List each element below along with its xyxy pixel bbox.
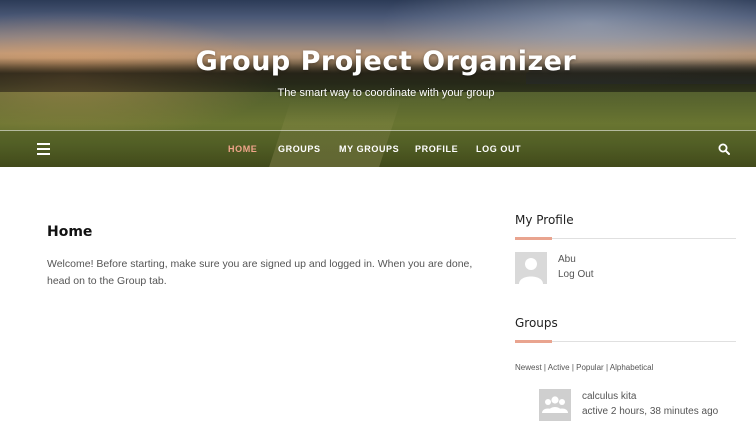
hero-banner: Group Project Organizer The smart way to… (0, 0, 756, 167)
site-title[interactable]: Group Project Organizer (0, 46, 756, 77)
group-avatar-icon[interactable] (539, 389, 571, 421)
main-navigation: HOME GROUPS MY GROUPS PROFILE LOG OUT (0, 130, 756, 167)
nav-item-home[interactable]: HOME (228, 144, 257, 154)
search-icon[interactable] (718, 143, 730, 155)
filter-popular-link[interactable]: Popular (576, 363, 604, 372)
nav-item-my-groups[interactable]: MY GROUPS (339, 144, 399, 154)
groups-divider-accent (515, 340, 552, 343)
my-profile-widget-title: My Profile (515, 213, 574, 227)
nav-item-log-out[interactable]: LOG OUT (476, 144, 521, 154)
page-title: Home (47, 224, 93, 240)
site-tagline: The smart way to coordinate with your gr… (277, 87, 495, 99)
nav-item-profile[interactable]: PROFILE (415, 144, 458, 154)
profile-username-link[interactable]: Abu (558, 254, 576, 265)
filter-newest-link[interactable]: Newest (515, 363, 542, 372)
groups-filter-bar: Newest | Active | Popular | Alphabetical (515, 363, 653, 372)
filter-active-link[interactable]: Active (548, 363, 570, 372)
user-avatar-icon[interactable] (515, 252, 547, 284)
groups-widget-title: Groups (515, 316, 558, 330)
hamburger-icon[interactable] (37, 142, 50, 155)
my-profile-divider-accent (515, 237, 552, 240)
group-activity-text: active 2 hours, 38 minutes ago (582, 406, 719, 417)
page-body-text: Welcome! Before starting, make sure you … (47, 258, 473, 287)
nav-item-groups[interactable]: GROUPS (278, 144, 321, 154)
profile-logout-link[interactable]: Log Out (558, 269, 594, 280)
group-name-link[interactable]: calculus kita (582, 391, 636, 402)
filter-alphabetical-link[interactable]: Alphabetical (610, 363, 654, 372)
